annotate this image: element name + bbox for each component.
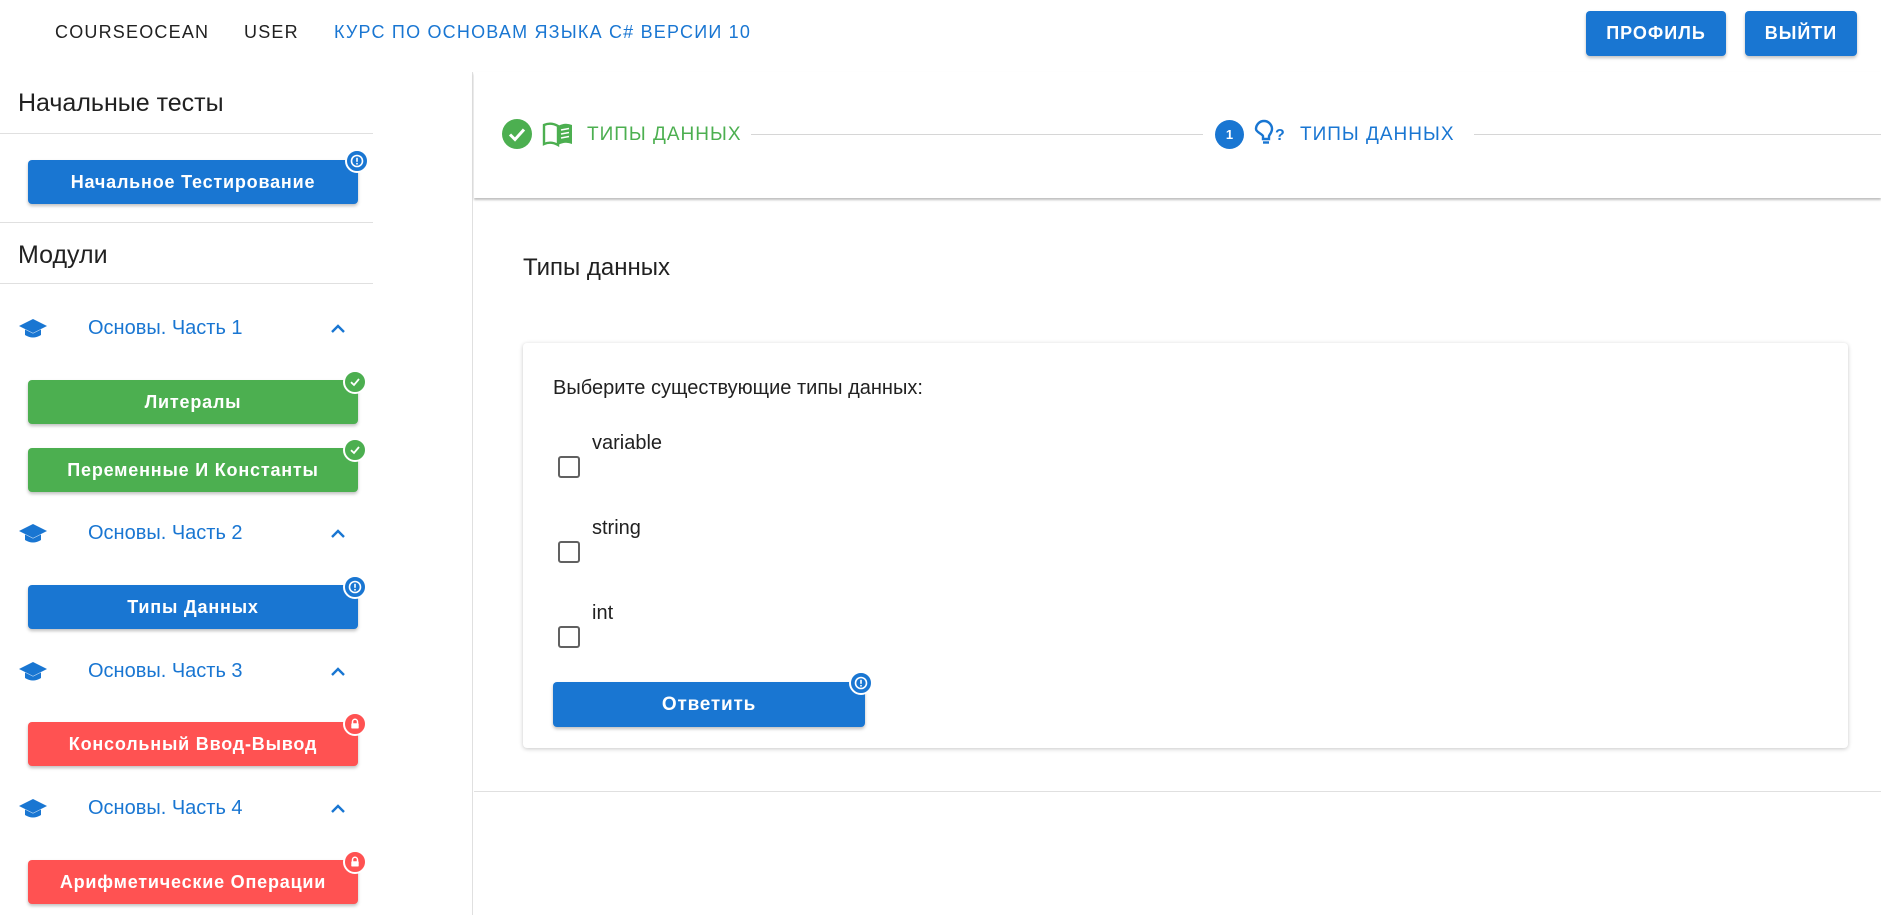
lock-badge-icon xyxy=(343,850,367,874)
step-connector xyxy=(1474,134,1881,135)
chevron-up-icon[interactable] xyxy=(325,522,351,546)
course-link[interactable]: КУРС ПО ОСНОВАМ ЯЗЫКА C# ВЕРСИИ 10 xyxy=(334,22,751,43)
module-4-header[interactable]: Основы. Часть 4 xyxy=(0,789,373,829)
module-3-header[interactable]: Основы. Часть 3 xyxy=(0,652,373,692)
option-checkbox[interactable] xyxy=(558,626,580,648)
option-checkbox[interactable] xyxy=(558,541,580,563)
profile-button[interactable]: ПРОФИЛЬ xyxy=(1586,11,1726,56)
quiz-card: Выберите существующие типы данных: varia… xyxy=(523,343,1848,748)
lesson-arithmetic-button[interactable]: Арифметические Операции xyxy=(28,860,358,904)
option-label: variable xyxy=(592,432,663,454)
lock-badge-icon xyxy=(343,712,367,736)
lesson-console-io-button[interactable]: Консольный Ввод-Вывод xyxy=(28,722,358,766)
lesson-stepper: ТИПЫ ДАННЫХ 1 ? ТИПЫ ДАННЫХ xyxy=(474,72,1881,198)
divider xyxy=(0,133,373,134)
module-title: Основы. Часть 4 xyxy=(88,797,243,819)
answer-button[interactable]: Ответить xyxy=(553,682,865,727)
info-badge-icon xyxy=(849,671,873,695)
book-open-icon xyxy=(542,122,572,147)
option-label: string xyxy=(592,517,641,539)
step-complete-check-icon xyxy=(502,119,532,149)
step-2-number: 1 xyxy=(1215,120,1244,149)
option-checkbox[interactable] xyxy=(558,456,580,478)
modules-title: Модули xyxy=(18,241,108,269)
quiz-option: int xyxy=(553,602,1053,672)
lightbulb-question-icon: ? xyxy=(1254,119,1285,144)
svg-text:?: ? xyxy=(1275,127,1285,144)
graduation-cap-icon xyxy=(19,662,47,681)
top-app-bar: COURSEOCEAN USER КУРС ПО ОСНОВАМ ЯЗЫКА C… xyxy=(0,0,1881,68)
lesson-title: Типы данных xyxy=(523,254,671,281)
sidebar: Начальные тесты Начальное Тестирование М… xyxy=(0,72,473,915)
quiz-option: variable xyxy=(553,432,1053,502)
module-title: Основы. Часть 2 xyxy=(88,522,243,544)
lesson-variables-button[interactable]: Переменные И Константы xyxy=(28,448,358,492)
check-badge-icon xyxy=(343,438,367,462)
divider xyxy=(0,283,373,284)
chevron-up-icon[interactable] xyxy=(325,797,351,821)
brand-link[interactable]: COURSEOCEAN xyxy=(55,22,209,43)
lesson-content: Типы данных Выберите существующие типы д… xyxy=(474,198,1881,792)
logout-button[interactable]: ВЫЙТИ xyxy=(1745,11,1857,56)
lesson-literals-button[interactable]: Литералы xyxy=(28,380,358,424)
lesson-data-types-button[interactable]: Типы Данных xyxy=(28,585,358,629)
graduation-cap-icon xyxy=(19,799,47,818)
chevron-up-icon[interactable] xyxy=(325,660,351,684)
user-link[interactable]: USER xyxy=(244,22,299,43)
option-label: int xyxy=(592,602,614,624)
initial-tests-title: Начальные тесты xyxy=(18,89,224,117)
initial-test-button[interactable]: Начальное Тестирование xyxy=(28,160,358,204)
module-title: Основы. Часть 3 xyxy=(88,660,243,682)
step-2-label[interactable]: ТИПЫ ДАННЫХ xyxy=(1300,124,1455,146)
step-connector xyxy=(751,134,1203,135)
module-2-header[interactable]: Основы. Часть 2 xyxy=(0,514,373,554)
check-badge-icon xyxy=(343,370,367,394)
info-badge-icon xyxy=(343,575,367,599)
divider xyxy=(0,222,373,223)
quiz-question: Выберите существующие типы данных: xyxy=(553,377,923,399)
quiz-option: string xyxy=(553,517,1053,587)
step-1-label[interactable]: ТИПЫ ДАННЫХ xyxy=(587,124,742,146)
module-title: Основы. Часть 1 xyxy=(88,317,243,339)
graduation-cap-icon xyxy=(19,319,47,338)
graduation-cap-icon xyxy=(19,524,47,543)
info-badge-icon xyxy=(345,149,369,173)
module-1-header[interactable]: Основы. Часть 1 xyxy=(0,309,373,349)
chevron-up-icon[interactable] xyxy=(325,317,351,341)
